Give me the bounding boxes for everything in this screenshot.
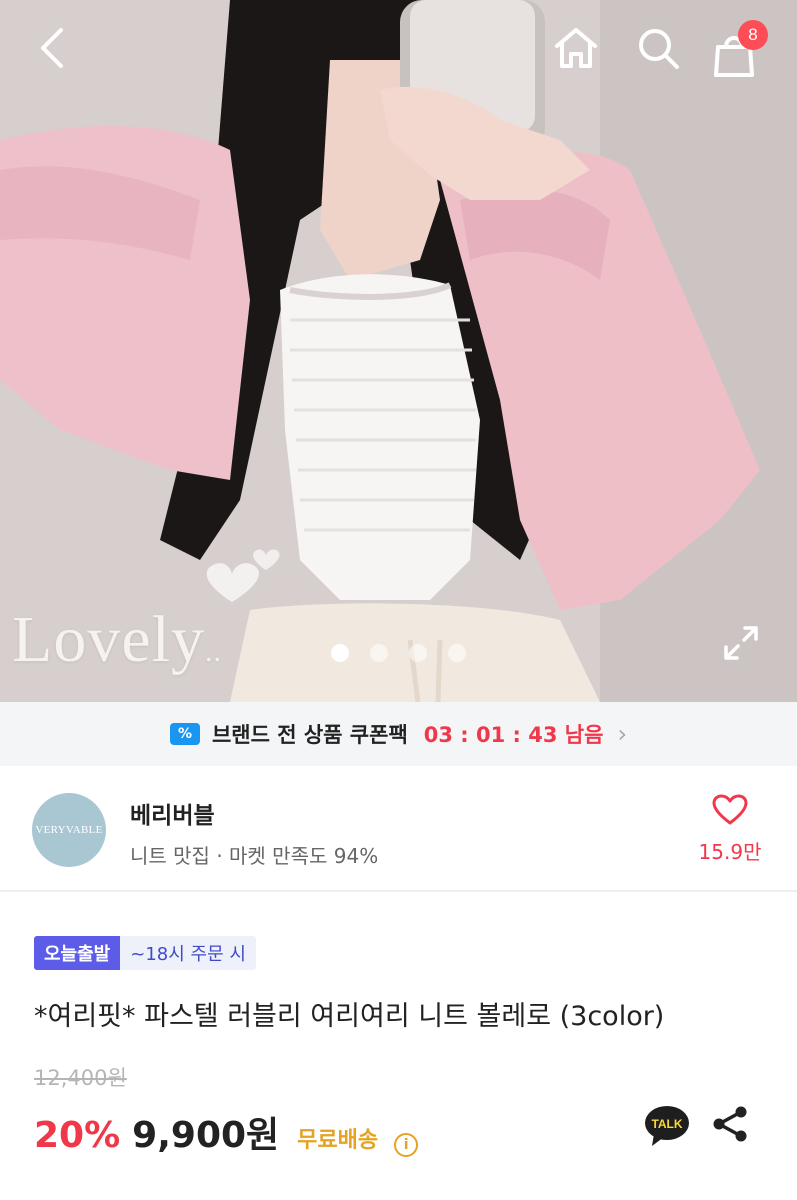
- kakao-talk-button[interactable]: TALK: [644, 1104, 690, 1148]
- home-button[interactable]: [548, 20, 604, 76]
- discount-rate: 20%: [34, 1115, 121, 1156]
- image-overlay-text: Lovely..: [12, 602, 222, 678]
- shop-meta: 니트 맛집 · 마켓 만족도 94%: [130, 844, 379, 868]
- shop-like-button[interactable]: 15.9만: [690, 794, 770, 874]
- carousel-indicator: [331, 644, 466, 662]
- carousel-dot[interactable]: [331, 644, 349, 662]
- share-button[interactable]: [710, 1104, 754, 1148]
- shop-logo[interactable]: VERYVABLE: [32, 793, 106, 867]
- carousel-dot[interactable]: [409, 644, 427, 662]
- coupon-timer: 03 : 01 : 43 남음: [423, 723, 604, 747]
- search-button[interactable]: [630, 20, 686, 76]
- coupon-banner[interactable]: % 브랜드 전 상품 쿠폰팩 03 : 01 : 43 남음 ›: [0, 702, 797, 766]
- product-title: *여리핏* 파스텔 러블리 여리여리 니트 볼레로 (3color): [34, 1001, 665, 1032]
- coupon-text: 브랜드 전 상품 쿠폰팩: [211, 723, 408, 747]
- today-ship-badge: 오늘출발: [34, 936, 121, 970]
- product-photo: [0, 0, 797, 702]
- talk-label: TALK: [651, 1117, 682, 1131]
- product-info: 오늘출발 ~18시 주문 시 *여리핏* 파스텔 러블리 여리여리 니트 볼레로…: [0, 894, 797, 1200]
- coupon-icon: %: [169, 723, 200, 745]
- shop-logo-text: VERYVABLE: [35, 824, 103, 836]
- overlay-word: Lovely: [12, 603, 205, 676]
- shop-name[interactable]: 베리버블: [130, 796, 215, 830]
- expand-icon: [724, 626, 758, 660]
- product-image-carousel[interactable]: 8 Lovely..: [0, 0, 797, 702]
- chevron-right-icon: ›: [617, 720, 628, 748]
- heart-icon: [712, 794, 748, 825]
- cart-count-badge: 8: [738, 20, 768, 50]
- talk-icon: TALK: [645, 1106, 689, 1146]
- carousel-dot[interactable]: [448, 644, 466, 662]
- shop-like-count: 15.9만: [698, 840, 762, 864]
- sale-price: 9,900원: [132, 1115, 280, 1156]
- overlay-suffix: ..: [204, 635, 222, 668]
- delivery-condition: ~18시 주문 시: [120, 936, 256, 970]
- price-row: 20% 9,900원 무료배송 i: [34, 1106, 419, 1158]
- delivery-tag: 오늘출발 ~18시 주문 시: [34, 936, 256, 970]
- fullscreen-button[interactable]: [714, 616, 768, 670]
- info-icon[interactable]: i: [394, 1133, 419, 1157]
- free-shipping-label: 무료배송: [297, 1128, 379, 1153]
- original-price: 12,400원: [34, 1066, 127, 1090]
- shop-info: VERYVABLE 베리버블 니트 맛집 · 마켓 만족도 94% 15.9만: [0, 766, 797, 892]
- cart-button[interactable]: 8: [712, 20, 772, 80]
- home-icon: [555, 28, 597, 68]
- share-icon: [713, 1106, 747, 1142]
- carousel-dot[interactable]: [370, 644, 388, 662]
- back-icon: [41, 28, 63, 68]
- search-icon: [639, 29, 679, 69]
- back-button[interactable]: [24, 20, 80, 76]
